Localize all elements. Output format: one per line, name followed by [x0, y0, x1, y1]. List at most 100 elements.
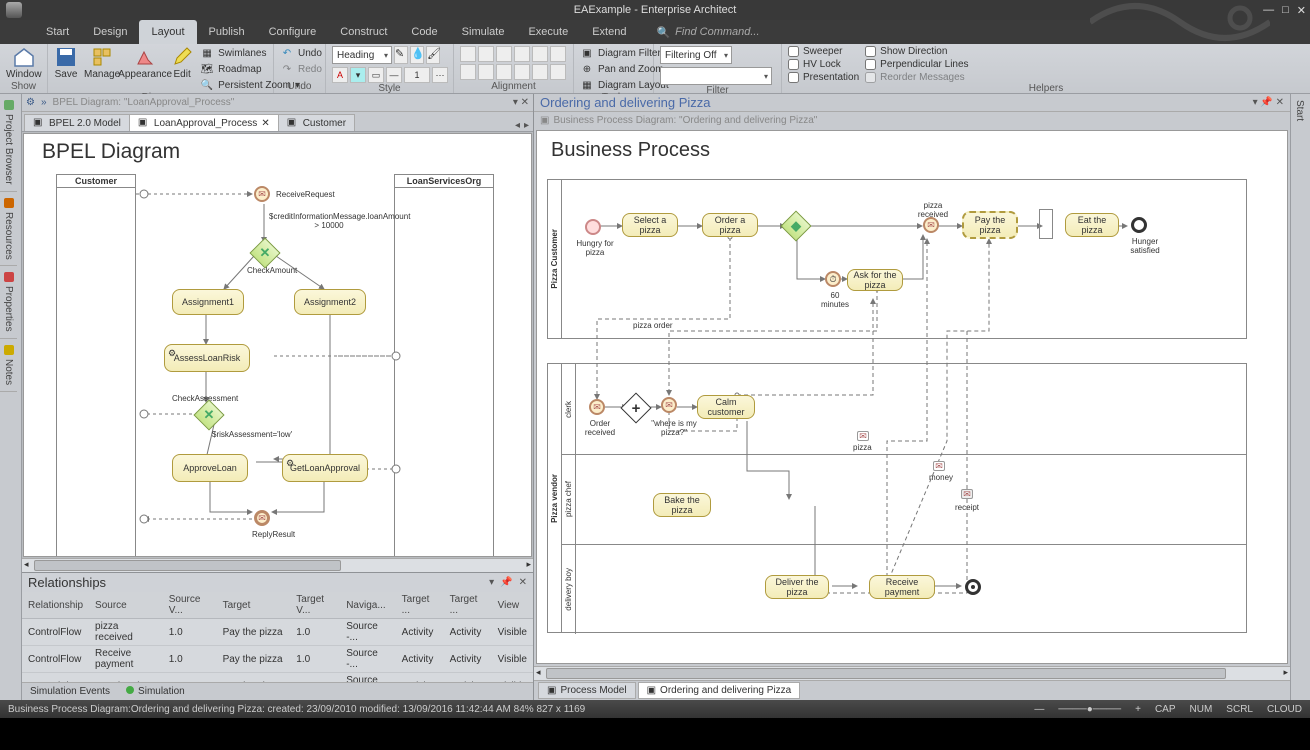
pay-pizza-task[interactable]: Pay the pizza: [962, 211, 1018, 239]
right-dropdown-icon[interactable]: ▾: [1253, 97, 1258, 108]
sweeper-checkbox[interactable]: Sweeper: [788, 46, 859, 57]
menu-layout[interactable]: Layout: [139, 20, 196, 44]
window-button[interactable]: Window: [6, 46, 42, 80]
menu-construct[interactable]: Construct: [328, 20, 399, 44]
doctab-bpel-2-0-model[interactable]: ▣BPEL 2.0 Model: [24, 114, 130, 131]
business-process-canvas[interactable]: Business Process Pizza Customer Pizza ve…: [536, 130, 1288, 664]
font-color-icon[interactable]: A: [332, 67, 348, 83]
rel-col[interactable]: Target: [217, 592, 291, 619]
right-close-icon[interactable]: ✕: [1276, 97, 1284, 108]
filter-value-input[interactable]: [660, 67, 772, 85]
rel-col[interactable]: View: [492, 592, 533, 619]
rel-col[interactable]: Target ...: [396, 592, 444, 619]
rel-col[interactable]: Target ...: [444, 592, 492, 619]
rel-col[interactable]: Source: [89, 592, 163, 619]
pizza-received-event[interactable]: [923, 217, 939, 233]
minimize-button[interactable]: —: [1263, 4, 1274, 17]
table-row[interactable]: ControlFlowPay the pizza1.0Eat the pizza…: [22, 673, 533, 683]
get-loan-approval-task[interactable]: ⚙GetLoanApproval: [282, 454, 368, 482]
whereis-event[interactable]: [661, 397, 677, 413]
close-tab-icon[interactable]: ✕: [261, 118, 269, 129]
menu-design[interactable]: Design: [81, 20, 139, 44]
right-scrollbar[interactable]: [534, 666, 1290, 680]
find-command-input[interactable]: Find Command...: [675, 26, 759, 38]
hungry-start-event[interactable]: [585, 219, 601, 235]
close-button[interactable]: ✕: [1297, 4, 1306, 17]
sidetab-resources[interactable]: Resources: [0, 192, 17, 267]
menu-execute[interactable]: Execute: [516, 20, 580, 44]
fill-color-icon[interactable]: ▾: [350, 67, 366, 83]
line-width-input[interactable]: 1: [404, 67, 430, 83]
left-scrollbar[interactable]: [22, 558, 533, 572]
menu-code[interactable]: Code: [399, 20, 449, 44]
timer-60min-event[interactable]: [825, 271, 841, 287]
menu-start[interactable]: Start: [34, 20, 81, 44]
rel-pin-icon[interactable]: 📌: [500, 577, 512, 588]
style-brush-icon[interactable]: 🖌: [426, 46, 440, 64]
alignment-buttons[interactable]: [460, 46, 567, 80]
style-apply-icon[interactable]: ✎: [394, 46, 408, 64]
order-pizza-task[interactable]: Order a pizza: [702, 213, 758, 237]
table-row[interactable]: ControlFlowReceive payment1.0Pay the piz…: [22, 646, 533, 673]
tab-nav-left-icon[interactable]: ◂: [515, 120, 520, 131]
breadcrumb-arrow-icon[interactable]: »: [41, 97, 47, 108]
receive-request-event[interactable]: [254, 186, 270, 202]
approve-loan-task[interactable]: ApproveLoan: [172, 454, 248, 482]
hunger-satisfied-end[interactable]: [1131, 217, 1147, 233]
gear-icon[interactable]: ⚙: [26, 97, 35, 108]
rel-col[interactable]: Source V...: [163, 592, 217, 619]
style-pick-icon[interactable]: 💧: [410, 46, 424, 64]
calm-customer-task[interactable]: Calm customer: [697, 395, 755, 419]
order-received-event[interactable]: [589, 399, 605, 415]
presentation-checkbox[interactable]: Presentation: [788, 72, 859, 83]
redo-button[interactable]: ↷Redo: [280, 62, 322, 76]
line-style-icon[interactable]: —: [386, 67, 402, 83]
assess-loan-risk-task[interactable]: ⚙AssessLoanRisk: [164, 344, 250, 372]
select-pizza-task[interactable]: Select a pizza: [622, 213, 678, 237]
right-pin-icon[interactable]: 📌: [1260, 97, 1272, 108]
doctab-customer[interactable]: ▣Customer: [278, 114, 355, 131]
search-icon[interactable]: 🔍: [656, 26, 670, 39]
line-color-icon[interactable]: ▭: [368, 67, 384, 83]
doctab-loanapproval-process[interactable]: ▣LoanApproval_Process ✕: [129, 114, 279, 131]
start-page-tab[interactable]: Start: [1291, 94, 1308, 127]
breadcrumb-dropdown-icon[interactable]: ▾ ✕: [513, 97, 533, 108]
receive-payment-task[interactable]: Receive payment: [869, 575, 935, 599]
rel-col[interactable]: Naviga...: [340, 592, 395, 619]
simulation-tab[interactable]: Simulation: [126, 686, 185, 697]
bake-pizza-task[interactable]: Bake the pizza: [653, 493, 711, 517]
bottom-tab-ordering-and-delivering-pizza[interactable]: ▣Ordering and delivering Pizza: [638, 682, 801, 699]
reply-result-event[interactable]: [254, 510, 270, 526]
zoom-slider[interactable]: ────●────: [1058, 704, 1121, 715]
check-assessment-gateway[interactable]: ✕: [193, 399, 224, 430]
zoom-out-icon[interactable]: —: [1034, 704, 1044, 715]
rel-close-icon[interactable]: ✕: [519, 577, 527, 588]
assignment2-task[interactable]: Assignment2: [294, 289, 366, 315]
style-heading-select[interactable]: Heading: [332, 46, 392, 64]
style-more-icon[interactable]: ⋯: [432, 67, 448, 83]
rel-col[interactable]: Target V...: [290, 592, 340, 619]
rel-col[interactable]: Relationship: [22, 592, 89, 619]
deliver-pizza-task[interactable]: Deliver the pizza: [765, 575, 829, 599]
filter-mode-select[interactable]: Filtering Off: [660, 46, 732, 64]
hvlock-checkbox[interactable]: HV Lock: [788, 59, 859, 70]
menu-publish[interactable]: Publish: [197, 20, 257, 44]
zoom-in-icon[interactable]: +: [1135, 704, 1141, 715]
reorder-checkbox[interactable]: Reorder Messages: [865, 72, 968, 83]
eat-pizza-task[interactable]: Eat the pizza: [1065, 213, 1119, 237]
manage-button[interactable]: Manage: [84, 46, 120, 80]
sidetab-project-browser[interactable]: Project Browser: [0, 94, 17, 192]
menu-configure[interactable]: Configure: [257, 20, 329, 44]
vendor-end-event[interactable]: [965, 579, 981, 595]
undo-button[interactable]: ↶Undo: [280, 46, 322, 60]
tab-nav-right-icon[interactable]: ▸: [524, 120, 529, 131]
sidetab-properties[interactable]: Properties: [0, 266, 17, 339]
rel-dropdown-icon[interactable]: ▾: [489, 577, 494, 588]
menu-simulate[interactable]: Simulate: [450, 20, 517, 44]
save-button[interactable]: Save: [54, 46, 78, 80]
assignment1-task[interactable]: Assignment1: [172, 289, 244, 315]
table-row[interactable]: ControlFlowpizza received1.0Pay the pizz…: [22, 619, 533, 646]
show-direction-checkbox[interactable]: Show Direction: [865, 46, 968, 57]
appearance-button[interactable]: Appearance: [126, 46, 164, 80]
maximize-button[interactable]: □: [1282, 4, 1289, 17]
